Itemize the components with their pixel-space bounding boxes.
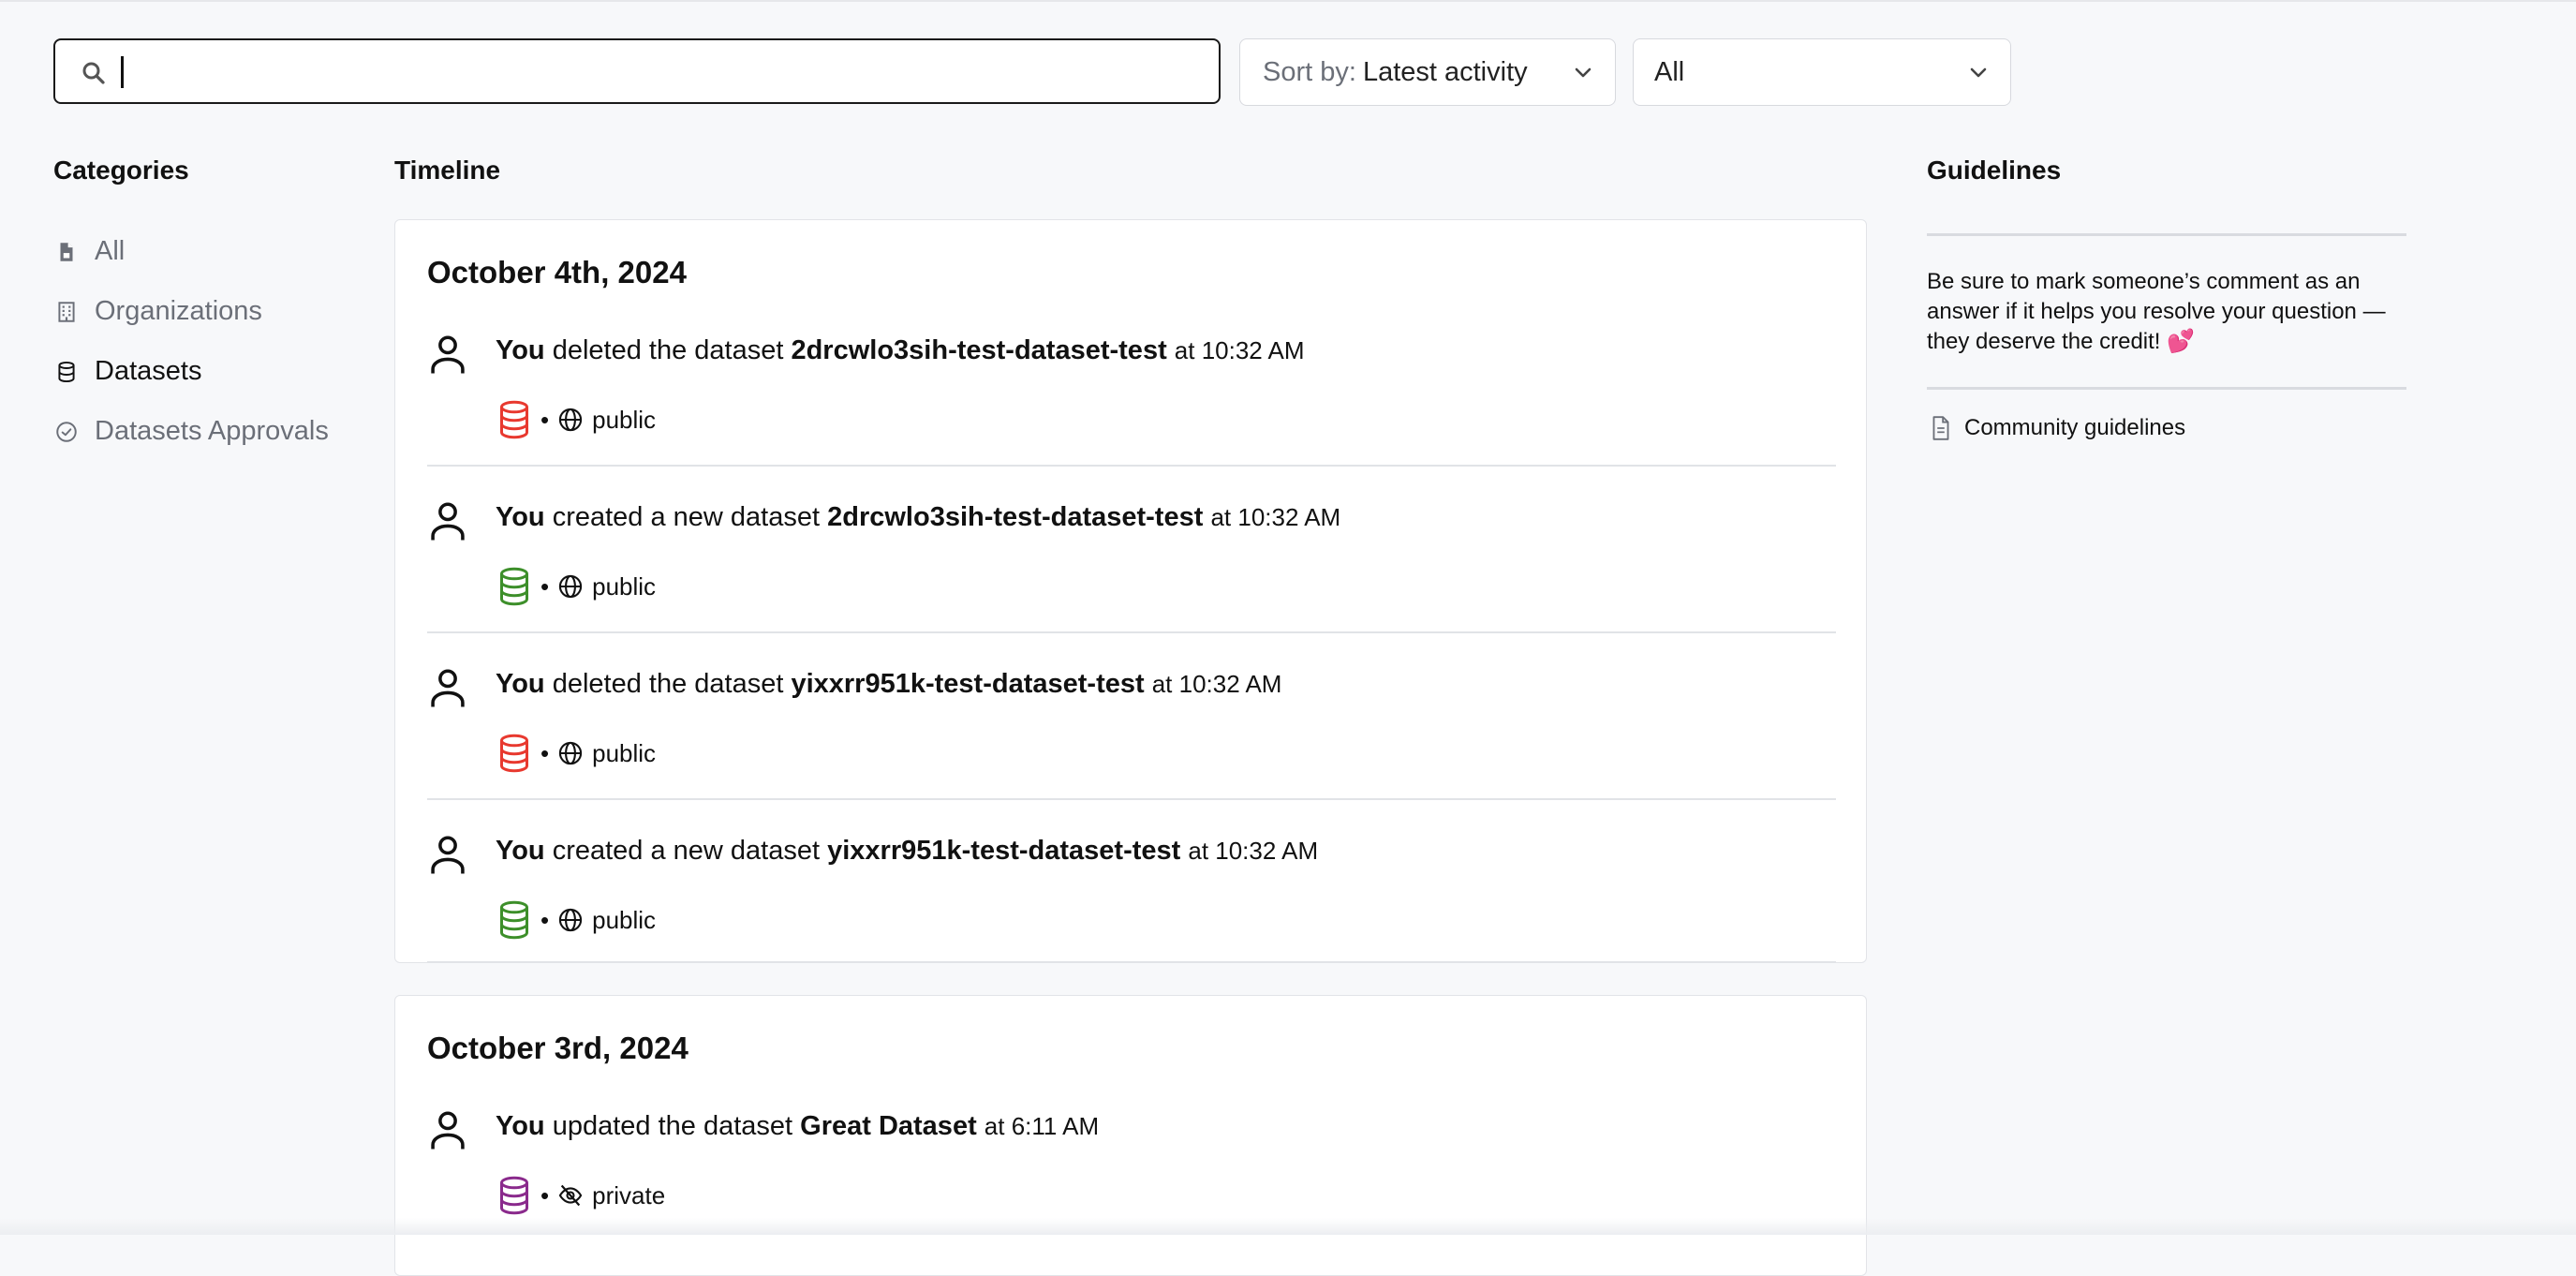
entry-actor: You <box>496 1111 545 1141</box>
categories-heading: Categories <box>53 156 189 185</box>
entry-text: You updated the dataset Great Dataset at… <box>496 1111 1099 1142</box>
entry-meta: • public <box>497 900 656 940</box>
separator-dot: • <box>540 905 550 934</box>
bottom-fade <box>0 1218 2576 1235</box>
timeline-entry: You deleted the dataset 2drcwlo3sih-test… <box>427 334 1836 468</box>
document-icon <box>1929 415 1953 441</box>
entry-meta: • private <box>497 1176 665 1215</box>
divider <box>1927 387 2406 390</box>
divider <box>1927 233 2406 236</box>
eye-off-icon <box>557 1182 584 1209</box>
timeline-heading: Timeline <box>394 156 501 185</box>
entry-actor: You <box>496 335 545 365</box>
entry-time: at 10:32 AM <box>1174 336 1305 364</box>
divider <box>427 465 1836 467</box>
divider <box>427 798 1836 800</box>
user-icon <box>431 1111 465 1150</box>
database-icon <box>497 400 531 439</box>
separator-dot: • <box>540 405 550 434</box>
entry-time: at 6:11 AM <box>984 1112 1100 1140</box>
entry-actor: You <box>496 502 545 532</box>
chevron-down-icon <box>1970 67 1987 78</box>
timeline-date: October 4th, 2024 <box>427 255 687 289</box>
check-circle-icon <box>54 420 79 444</box>
top-border <box>0 0 2576 2</box>
category-label: Organizations <box>95 296 262 326</box>
chevron-down-icon <box>1575 67 1591 78</box>
user-icon <box>431 836 465 874</box>
database-icon <box>497 1176 531 1215</box>
timeline-entry: You created a new dataset 2drcwlo3sih-te… <box>427 500 1836 635</box>
entry-target-link[interactable]: yixxrr951k-test-dataset-test <box>827 836 1180 866</box>
database-icon <box>497 900 531 940</box>
globe-icon <box>557 740 584 766</box>
timeline-date: October 3rd, 2024 <box>427 1031 688 1065</box>
entry-text: You created a new dataset yixxrr951k-tes… <box>496 836 1318 867</box>
guidelines-text: Be sure to mark someone’s comment as an … <box>1927 269 2386 354</box>
entry-target-link[interactable]: Great Dataset <box>800 1111 977 1141</box>
entry-text: You created a new dataset 2drcwlo3sih-te… <box>496 502 1340 533</box>
entry-target-link[interactable]: 2drcwlo3sih-test-dataset-test <box>791 335 1166 365</box>
link-label: Community guidelines <box>1964 415 2186 440</box>
category-label: All <box>95 236 126 266</box>
divider <box>427 961 1836 963</box>
entry-action: deleted the dataset <box>552 335 784 365</box>
search-input[interactable] <box>53 38 1221 104</box>
visibility-label: public <box>592 738 657 767</box>
timeline-entry: You created a new dataset yixxrr951k-tes… <box>427 834 1836 969</box>
entry-time: at 10:32 AM <box>1210 503 1341 531</box>
timeline-entry: You deleted the dataset yixxrr951k-test-… <box>427 667 1836 802</box>
entry-actor: You <box>496 836 545 866</box>
filter-value: All <box>1654 56 1685 87</box>
visibility-label: public <box>592 405 657 434</box>
category-label: Datasets Approvals <box>95 416 329 446</box>
file-icon <box>54 240 79 264</box>
category-datasets-approvals[interactable]: Datasets Approvals <box>54 416 329 447</box>
building-icon <box>54 300 79 324</box>
entry-meta: • public <box>497 734 656 773</box>
globe-icon <box>557 907 584 933</box>
globe-icon <box>557 573 584 600</box>
entry-meta: • public <box>497 400 656 439</box>
guidelines-heading: Guidelines <box>1927 156 2062 185</box>
sort-select[interactable]: Sort by: Latest activity <box>1239 38 1616 106</box>
timeline-day-card: October 4th, 2024 You deleted the datase… <box>394 219 1867 963</box>
entry-text: You deleted the dataset yixxrr951k-test-… <box>496 669 1281 700</box>
user-icon <box>431 502 465 541</box>
category-label: Datasets <box>95 356 202 386</box>
separator-dot: • <box>540 1180 550 1209</box>
separator-dot: • <box>540 738 550 767</box>
entry-meta: • public <box>497 567 656 606</box>
database-icon <box>497 734 531 773</box>
database-icon <box>54 360 79 384</box>
sort-value: Latest activity <box>1362 56 1528 87</box>
entry-target-link[interactable]: yixxrr951k-test-dataset-test <box>791 669 1144 699</box>
globe-icon <box>557 407 584 433</box>
entry-action: updated the dataset <box>552 1111 793 1141</box>
user-icon <box>431 669 465 707</box>
entry-target-link[interactable]: 2drcwlo3sih-test-dataset-test <box>827 502 1203 532</box>
entry-actor: You <box>496 669 545 699</box>
database-icon <box>497 567 531 606</box>
community-guidelines-link[interactable]: Community guidelines <box>1929 415 2185 441</box>
visibility-label: public <box>592 905 657 934</box>
divider <box>427 631 1836 633</box>
category-all[interactable]: All <box>54 236 125 267</box>
search-icon <box>82 62 105 84</box>
entry-action: created a new dataset <box>552 836 821 866</box>
separator-dot: • <box>540 571 550 601</box>
sort-prefix: Sort by: <box>1263 56 1356 87</box>
visibility-label: private <box>592 1180 666 1209</box>
visibility-label: public <box>592 571 657 601</box>
filter-select[interactable]: All <box>1633 38 2011 106</box>
entry-action: deleted the dataset <box>552 669 784 699</box>
user-icon <box>431 335 465 374</box>
text-cursor <box>121 56 124 88</box>
entry-time: at 10:32 AM <box>1188 837 1319 865</box>
category-datasets[interactable]: Datasets <box>54 356 201 387</box>
entry-text: You deleted the dataset 2drcwlo3sih-test… <box>496 335 1305 366</box>
entry-action: created a new dataset <box>552 502 821 532</box>
category-organizations[interactable]: Organizations <box>54 296 262 327</box>
entry-time: at 10:32 AM <box>1151 670 1282 698</box>
